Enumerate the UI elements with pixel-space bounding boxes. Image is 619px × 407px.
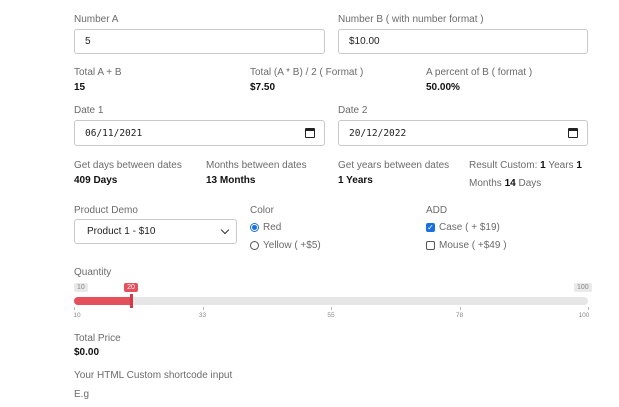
slider-tick-label: 33 [198,312,207,319]
color-option-red[interactable]: Red [250,222,281,233]
slider-tick-mark [331,307,332,310]
slider-fill [74,297,132,305]
slider-min-badge: 10 [74,283,88,292]
shortcode-example: E.g [74,389,90,400]
slider-max-badge: 100 [574,283,592,292]
number-a-input[interactable]: 5 [74,29,325,54]
add-label: ADD [426,205,448,216]
percent-label: A percent of B ( format ) [426,67,533,78]
radio-checked-icon[interactable] [250,223,259,232]
quantity-slider[interactable] [74,294,588,308]
days-between-label: Get days between dates [74,160,182,171]
product-label: Product Demo [74,205,138,216]
date2-label: Date 2 [338,105,368,116]
slider-tick-label: 55 [327,312,335,319]
months-between-label: Months between dates [206,160,307,171]
years-between-value: 1 Years [338,175,373,186]
number-b-value: $10.00 [349,36,380,47]
slider-tick-mark [588,307,589,310]
slider-value-badge: 20 [124,283,138,292]
color-label: Color [250,205,274,216]
product-select[interactable]: Product 1 - $10 [74,219,237,244]
slider-tick-mark [202,307,204,310]
total-sum-label: Total A + B [74,67,122,78]
date2-input[interactable]: 20/12/2022 [338,120,588,146]
checkbox-checked-icon[interactable]: ✓ [426,223,435,232]
total-product-value: $7.50 [250,82,276,93]
slider-tick-label: 100 [578,312,590,319]
shortcode-label: Your HTML Custom shortcode input [74,370,233,381]
date1-label: Date 1 [74,105,104,116]
number-b-input[interactable]: $10.00 [338,29,588,54]
calendar-icon[interactable] [568,128,578,138]
radio-unchecked-icon[interactable] [250,241,259,250]
slider-handle[interactable] [130,294,134,308]
add-option-case[interactable]: ✓ Case ( + $19) [426,222,500,233]
product-selected: Product 1 - $10 [87,226,156,237]
checkbox-unchecked-icon[interactable] [426,241,435,250]
date1-value: 06/11/2021 [85,127,143,139]
number-b-label: Number B ( with number format ) [338,14,484,25]
calendar-icon[interactable] [305,128,315,138]
slider-tick-label: 10 [73,312,81,319]
slider-tick-mark [74,307,75,310]
chevron-down-icon [220,225,230,234]
date1-input[interactable]: 06/11/2021 [74,120,325,146]
date2-value: 20/12/2022 [349,127,407,139]
total-price-value: $0.00 [74,347,100,358]
total-sum-value: 15 [74,82,86,93]
add-option-mouse[interactable]: Mouse ( +$49 ) [426,240,507,251]
days-between-value: 409 Days [74,175,118,186]
total-price-label: Total Price [74,333,121,344]
quantity-label: Quantity [74,267,112,278]
result-custom-line2: Months 14 Days [469,178,542,189]
percent-value: 50.00% [426,82,460,93]
number-a-value: 5 [85,36,91,47]
number-a-label: Number A [74,14,119,25]
total-product-label: Total (A * B) / 2 ( Format ) [250,67,364,78]
years-between-label: Get years between dates [338,160,450,171]
slider-tick-mark [459,307,461,310]
result-custom-line1: Result Custom: 1 Years 1 [469,160,582,171]
slider-tick-label: 78 [455,312,464,319]
color-option-yellow[interactable]: Yellow ( +$5) [250,240,321,251]
months-between-value: 13 Months [206,175,256,186]
